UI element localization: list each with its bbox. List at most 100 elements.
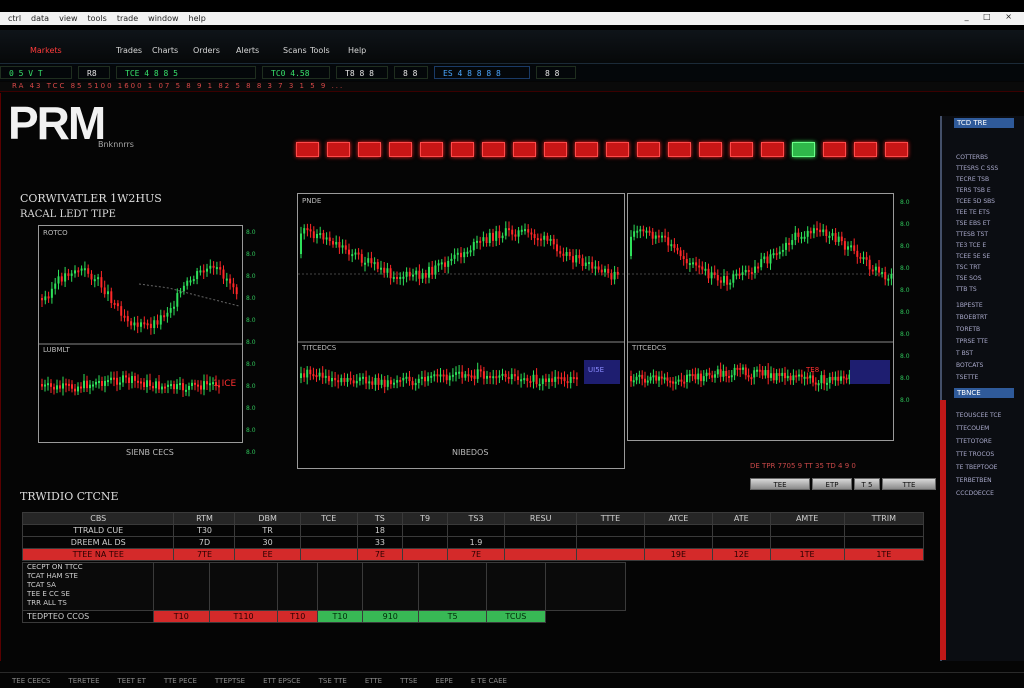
candle bbox=[716, 274, 719, 281]
window-controls[interactable]: _ □ × bbox=[965, 12, 1018, 21]
candle bbox=[786, 375, 789, 379]
menu-item[interactable]: window bbox=[148, 14, 178, 23]
candle bbox=[466, 251, 469, 254]
sidebar-item[interactable]: TTB TS bbox=[956, 286, 977, 293]
ticker-item[interactable]: 8 8 bbox=[536, 66, 576, 79]
candle bbox=[498, 375, 501, 378]
candle bbox=[380, 267, 382, 270]
candle bbox=[785, 242, 787, 250]
status-led bbox=[327, 142, 350, 157]
toolbar-tools[interactable]: Tools bbox=[310, 46, 330, 57]
right-sidebar: TCD TRE COTTERBS TTESRS C SSS TECRE TSB TER… bbox=[940, 116, 1024, 661]
ticker-item[interactable]: R8 bbox=[78, 66, 110, 79]
sidebar-item[interactable]: TBOEBTRT bbox=[956, 314, 987, 321]
control-button[interactable]: T 5 bbox=[854, 478, 880, 490]
sidebar-item[interactable]: TORETB bbox=[956, 326, 980, 333]
sidebar-item[interactable]: TE3 TCE E bbox=[956, 242, 986, 249]
control-button[interactable]: ETP bbox=[812, 478, 852, 490]
chart-panel-right[interactable]: TITCEDCS TE8 bbox=[627, 193, 894, 441]
sidebar-item[interactable]: COTTERBS bbox=[956, 154, 988, 161]
sidebar-item[interactable]: TPRSE TTE bbox=[956, 338, 988, 345]
candle bbox=[554, 376, 557, 382]
menu-item[interactable]: ctrl bbox=[8, 14, 21, 23]
candle bbox=[173, 306, 175, 309]
candle bbox=[730, 375, 733, 378]
toolbar-orders[interactable]: Orders bbox=[193, 46, 220, 57]
trade-table: CBS RTM DBM TCE TS T9 TS3 RESU TTTE ATCE ATE AMTE TT… bbox=[21, 512, 925, 561]
toolbar-scans[interactable]: Scans bbox=[283, 46, 307, 57]
sidebar-item[interactable]: TTETOTORE bbox=[956, 438, 992, 445]
ticker-item[interactable]: TCE 4 8 8 5 bbox=[116, 66, 256, 79]
sidebar-item[interactable]: TCEE 5E SE bbox=[956, 253, 990, 260]
sidebar-header[interactable]: TCD TRE bbox=[954, 118, 1014, 128]
sidebar-item[interactable]: TSE EBS ET bbox=[956, 220, 990, 227]
sidebar-item[interactable]: TEE TE ETS bbox=[956, 209, 990, 216]
control-button[interactable]: TTE bbox=[882, 478, 936, 490]
sidebar-item[interactable]: BOTCATS bbox=[956, 362, 983, 369]
candle bbox=[355, 380, 358, 384]
candle bbox=[206, 268, 208, 272]
sidebar-item[interactable]: TEOUSCEE TCE bbox=[956, 412, 1001, 419]
table-cell: TCUS bbox=[486, 610, 546, 623]
menu-item[interactable]: tools bbox=[88, 14, 107, 23]
candle bbox=[316, 233, 318, 239]
sidebar-item[interactable]: TECRE TSB bbox=[956, 176, 989, 183]
toolbar-help[interactable]: Help bbox=[348, 46, 366, 57]
candle bbox=[156, 320, 159, 325]
candle bbox=[560, 377, 563, 380]
sidebar-item[interactable]: TTESRS C SSS bbox=[956, 165, 998, 172]
chart-lower-tag: TE8 bbox=[806, 366, 820, 374]
sidebar-scrollbar[interactable] bbox=[940, 400, 946, 660]
price-axis-label: 8.0 bbox=[246, 317, 256, 324]
candle bbox=[358, 377, 361, 381]
menu-item[interactable]: data bbox=[31, 14, 49, 23]
candle bbox=[840, 376, 842, 381]
sidebar-item[interactable]: TTE TROCOS bbox=[956, 451, 994, 458]
toolbar-alerts[interactable]: Alerts bbox=[236, 46, 259, 57]
sidebar-item[interactable]: TTESB TST bbox=[956, 231, 988, 238]
sidebar-item[interactable]: TSE SOS bbox=[956, 275, 982, 282]
chart-panel-left[interactable]: ROTCO LUBMLT 1 ICE bbox=[38, 225, 243, 443]
sidebar-item[interactable]: TERS TSB E bbox=[956, 187, 991, 194]
sidebar-item[interactable]: 1BPESTE bbox=[956, 302, 983, 309]
sidebar-item[interactable]: TSETTE bbox=[956, 374, 978, 381]
candle bbox=[604, 268, 606, 273]
ticker-item[interactable]: 0 5 V T bbox=[0, 66, 72, 79]
sidebar-header[interactable]: TBNCE bbox=[954, 388, 1014, 398]
ticker-item[interactable]: T8 8 8 bbox=[336, 66, 388, 79]
toolbar-trades[interactable]: Trades bbox=[116, 46, 142, 57]
candle bbox=[881, 272, 884, 275]
menu-item[interactable]: view bbox=[59, 14, 77, 23]
toolbar-charts[interactable]: Charts bbox=[152, 46, 178, 57]
control-button[interactable]: TEE bbox=[750, 478, 810, 490]
app-logo: PRM bbox=[8, 97, 106, 149]
candle bbox=[98, 380, 100, 383]
ticker-item[interactable]: 8 8 bbox=[394, 66, 428, 79]
candle bbox=[616, 271, 619, 275]
ticker-item[interactable]: TC0 4.58 bbox=[262, 66, 330, 79]
sidebar-item[interactable]: TTECOUEM bbox=[956, 425, 989, 432]
chart-panel-middle[interactable]: PNDE TITCEDCS UI5E bbox=[297, 193, 625, 469]
ticker-item[interactable]: ES 4 8 8 8 8 bbox=[434, 66, 530, 79]
menu-item[interactable]: trade bbox=[117, 14, 138, 23]
candle bbox=[663, 377, 666, 380]
menu-item[interactable]: help bbox=[189, 14, 206, 23]
toolbar-markets[interactable]: Markets bbox=[30, 46, 62, 57]
sidebar-item[interactable]: CCCDOECCE bbox=[956, 490, 994, 497]
candle bbox=[467, 374, 470, 377]
candle bbox=[704, 268, 707, 271]
sidebar-item[interactable]: TERBETBEN bbox=[956, 477, 992, 484]
table-cell: 1.9 bbox=[447, 536, 506, 549]
sidebar-item[interactable]: TE TBEPTOOE bbox=[956, 464, 997, 471]
sidebar-item[interactable]: TSC TRT bbox=[956, 264, 981, 271]
candle bbox=[365, 376, 368, 384]
sidebar-item[interactable]: T BST bbox=[956, 350, 973, 357]
candle bbox=[843, 241, 846, 250]
candle bbox=[170, 384, 172, 387]
candle bbox=[642, 229, 645, 232]
status-led bbox=[730, 142, 753, 157]
candle bbox=[630, 376, 632, 382]
candle bbox=[476, 240, 478, 243]
sidebar-item[interactable]: TCEE 5D SBS bbox=[956, 198, 995, 205]
candle bbox=[800, 374, 803, 377]
